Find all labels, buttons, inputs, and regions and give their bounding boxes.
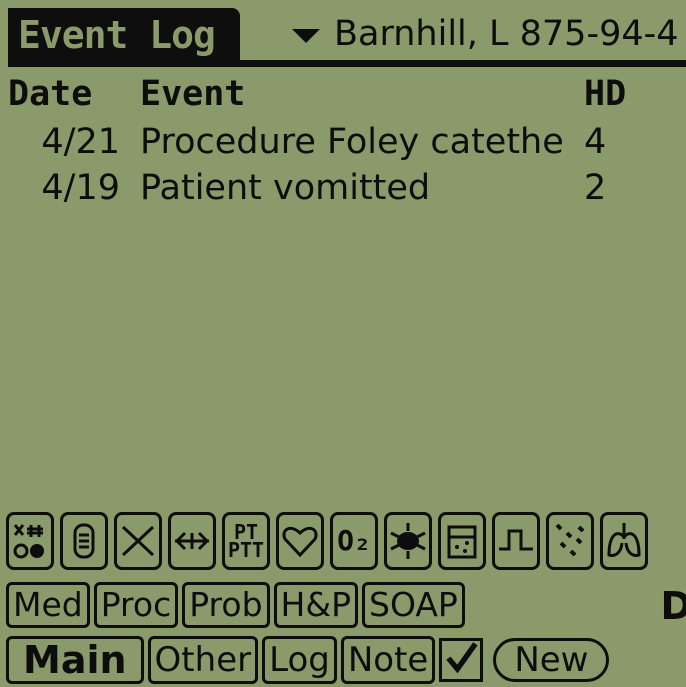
beaker-icon[interactable]: [438, 512, 486, 570]
o2-label: O₂: [337, 524, 371, 557]
row-hd: 2: [584, 168, 607, 208]
scatter-icon[interactable]: [546, 512, 594, 570]
table-row[interactable]: 4/21 Procedure Foley catethe 4: [0, 122, 686, 168]
iv-bag-icon[interactable]: [60, 512, 108, 570]
ktr-lab-icon[interactable]: [6, 512, 54, 570]
new-button[interactable]: New: [493, 638, 610, 682]
tab-proc[interactable]: Proc: [93, 582, 179, 628]
nav-main-button[interactable]: Main: [6, 636, 144, 684]
row-event: Patient vomitted: [140, 168, 431, 208]
column-event-header: Event: [140, 74, 246, 114]
table-header: Date Event HD: [0, 74, 686, 116]
pulse-icon[interactable]: [492, 512, 540, 570]
column-hd-header: HD: [584, 74, 627, 114]
ptt-label: PTT: [227, 538, 265, 562]
row-event: Procedure Foley catethe: [140, 122, 564, 162]
patient-name[interactable]: Barnhill, L 875-94-4: [334, 14, 679, 54]
icon-toolbar: PT PTT O₂: [6, 512, 686, 574]
table-row[interactable]: 4/19 Patient vomitted 2: [0, 168, 686, 214]
pt-ptt-icon[interactable]: PT PTT: [222, 512, 270, 570]
event-log-screen: Event Log Barnhill, L 875-94-4 Date Even…: [0, 0, 686, 687]
tab-soap[interactable]: SOAP: [362, 582, 465, 628]
tab-med[interactable]: Med: [6, 582, 90, 628]
header-rule: [8, 60, 686, 67]
x-icon[interactable]: [114, 512, 162, 570]
bug-icon[interactable]: [384, 512, 432, 570]
bottom-nav: Main Other Log Note New: [6, 636, 610, 684]
heart-icon[interactable]: [276, 512, 324, 570]
row-date: 4/19: [41, 168, 120, 208]
patient-picker[interactable]: Barnhill, L 875-94-4: [292, 12, 679, 56]
nav-log-button[interactable]: Log: [262, 636, 337, 684]
tab-h-and-p[interactable]: H&P: [273, 582, 358, 628]
nav-other-button[interactable]: Other: [147, 636, 259, 684]
category-right-label[interactable]: D: [660, 584, 686, 628]
tab-prob[interactable]: Prob: [182, 582, 270, 628]
dropdown-arrow-icon[interactable]: [292, 29, 320, 43]
nav-note-button[interactable]: Note: [340, 636, 436, 684]
lungs-icon[interactable]: [600, 512, 648, 570]
page-title: Event Log: [8, 8, 240, 63]
row-date: 4/21: [41, 122, 120, 162]
row-hd: 4: [584, 122, 607, 162]
checkbox-icon[interactable]: [439, 638, 484, 682]
arrow-line-icon[interactable]: [168, 512, 216, 570]
o2-icon[interactable]: O₂: [330, 512, 378, 570]
category-tabs: Med Proc Prob H&P SOAP: [6, 582, 469, 628]
column-date-header: Date: [8, 74, 93, 114]
